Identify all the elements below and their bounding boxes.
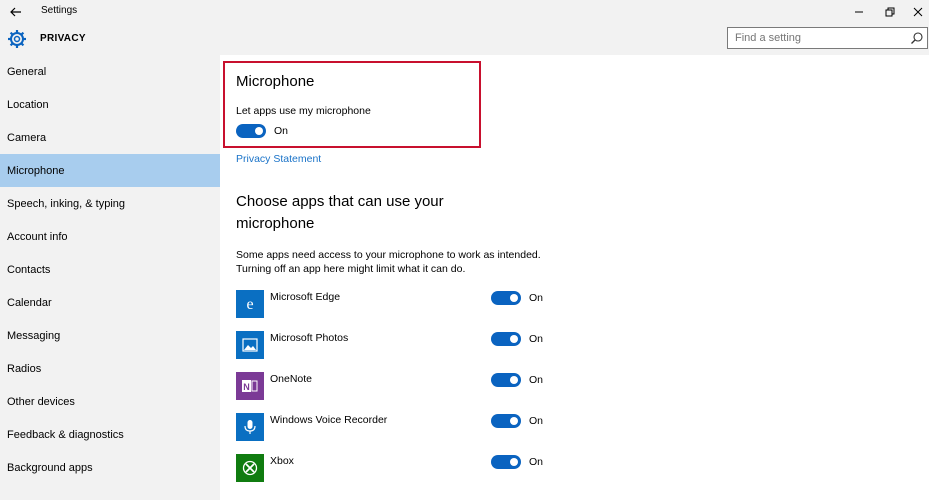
title-bar: Settings bbox=[0, 0, 929, 24]
onenote-icon: N bbox=[236, 372, 264, 400]
xbox-toggle-state: On bbox=[529, 456, 544, 468]
back-button[interactable] bbox=[6, 2, 26, 22]
sidebar-item-account-info[interactable]: Account info bbox=[0, 220, 220, 253]
toggle-knob bbox=[255, 127, 263, 135]
app-name: Windows Voice Recorder bbox=[270, 414, 388, 426]
privacy-statement-link[interactable]: Privacy Statement bbox=[236, 153, 321, 165]
sidebar-item-radios[interactable]: Radios bbox=[0, 352, 220, 385]
photos-icon bbox=[236, 331, 264, 359]
app-name: OneNote bbox=[270, 373, 313, 385]
toggle-knob bbox=[510, 376, 518, 384]
onenote-toggle-state: On bbox=[529, 374, 544, 386]
microsoft-photos-toggle-state: On bbox=[529, 333, 544, 345]
sidebar-item-other-devices[interactable]: Other devices bbox=[0, 385, 220, 418]
sidebar-item-contacts[interactable]: Contacts bbox=[0, 253, 220, 286]
toggle-knob bbox=[510, 417, 518, 425]
apps-description-line1: Some apps need access to your microphone… bbox=[236, 249, 541, 261]
svg-text:e: e bbox=[246, 296, 253, 312]
sidebar-item-location[interactable]: Location bbox=[0, 88, 220, 121]
search-input[interactable] bbox=[728, 28, 908, 48]
windows-voice-recorder-toggle[interactable] bbox=[491, 414, 521, 428]
apps-heading-line2: microphone bbox=[236, 215, 315, 232]
sidebar-item-camera[interactable]: Camera bbox=[0, 121, 220, 154]
minimize-button[interactable] bbox=[849, 2, 869, 22]
main-content: Microphone Let apps use my microphone On… bbox=[220, 55, 929, 500]
onenote-toggle[interactable] bbox=[491, 373, 521, 387]
back-arrow-icon bbox=[10, 7, 21, 17]
toggle-knob bbox=[510, 458, 518, 466]
xbox-icon bbox=[236, 454, 264, 482]
restore-button[interactable] bbox=[880, 2, 900, 22]
sidebar-item-feedback-diagnostics[interactable]: Feedback & diagnostics bbox=[0, 418, 220, 451]
sidebar-item-general[interactable]: General bbox=[0, 55, 220, 88]
app-name: Microsoft Edge bbox=[270, 291, 341, 303]
apps-heading-line1: Choose apps that can use your bbox=[236, 193, 444, 210]
page-title: PRIVACY bbox=[40, 33, 86, 44]
svg-text:N: N bbox=[243, 382, 250, 392]
window-title: Settings bbox=[41, 5, 78, 16]
microsoft-edge-toggle-state: On bbox=[529, 292, 544, 304]
sidebar: General Location Camera Microphone Speec… bbox=[0, 55, 220, 500]
sidebar-item-microphone[interactable]: Microphone bbox=[0, 154, 220, 187]
apps-description-line2: Turning off an app here might limit what… bbox=[236, 263, 466, 275]
search-box[interactable] bbox=[727, 27, 928, 49]
edge-icon: e bbox=[236, 290, 264, 318]
windows-voice-recorder-toggle-state: On bbox=[529, 415, 544, 427]
sidebar-item-messaging[interactable]: Messaging bbox=[0, 319, 220, 352]
master-toggle-state: On bbox=[274, 125, 289, 137]
minimize-icon bbox=[855, 11, 863, 13]
app-name: Microsoft Photos bbox=[270, 332, 349, 344]
microsoft-photos-toggle[interactable] bbox=[491, 332, 521, 346]
voice-recorder-icon bbox=[236, 413, 264, 441]
sidebar-item-background-apps[interactable]: Background apps bbox=[0, 451, 220, 484]
close-button[interactable] bbox=[908, 2, 928, 22]
apps-description: Some apps need access to your microphone… bbox=[236, 248, 576, 276]
search-icon[interactable] bbox=[910, 31, 924, 45]
gear-icon bbox=[8, 30, 26, 48]
app-name: Xbox bbox=[270, 455, 294, 467]
microsoft-edge-toggle[interactable] bbox=[491, 291, 521, 305]
close-icon bbox=[913, 7, 923, 17]
sidebar-item-calendar[interactable]: Calendar bbox=[0, 286, 220, 319]
section-title-microphone: Microphone bbox=[236, 73, 315, 90]
header: PRIVACY bbox=[0, 24, 929, 55]
xbox-toggle[interactable] bbox=[491, 455, 521, 469]
sidebar-item-speech-inking-typing[interactable]: Speech, inking, & typing bbox=[0, 187, 220, 220]
master-toggle-label: Let apps use my microphone bbox=[236, 105, 371, 117]
toggle-knob bbox=[510, 294, 518, 302]
toggle-knob bbox=[510, 335, 518, 343]
restore-icon bbox=[885, 7, 895, 17]
master-microphone-toggle[interactable] bbox=[236, 124, 266, 138]
